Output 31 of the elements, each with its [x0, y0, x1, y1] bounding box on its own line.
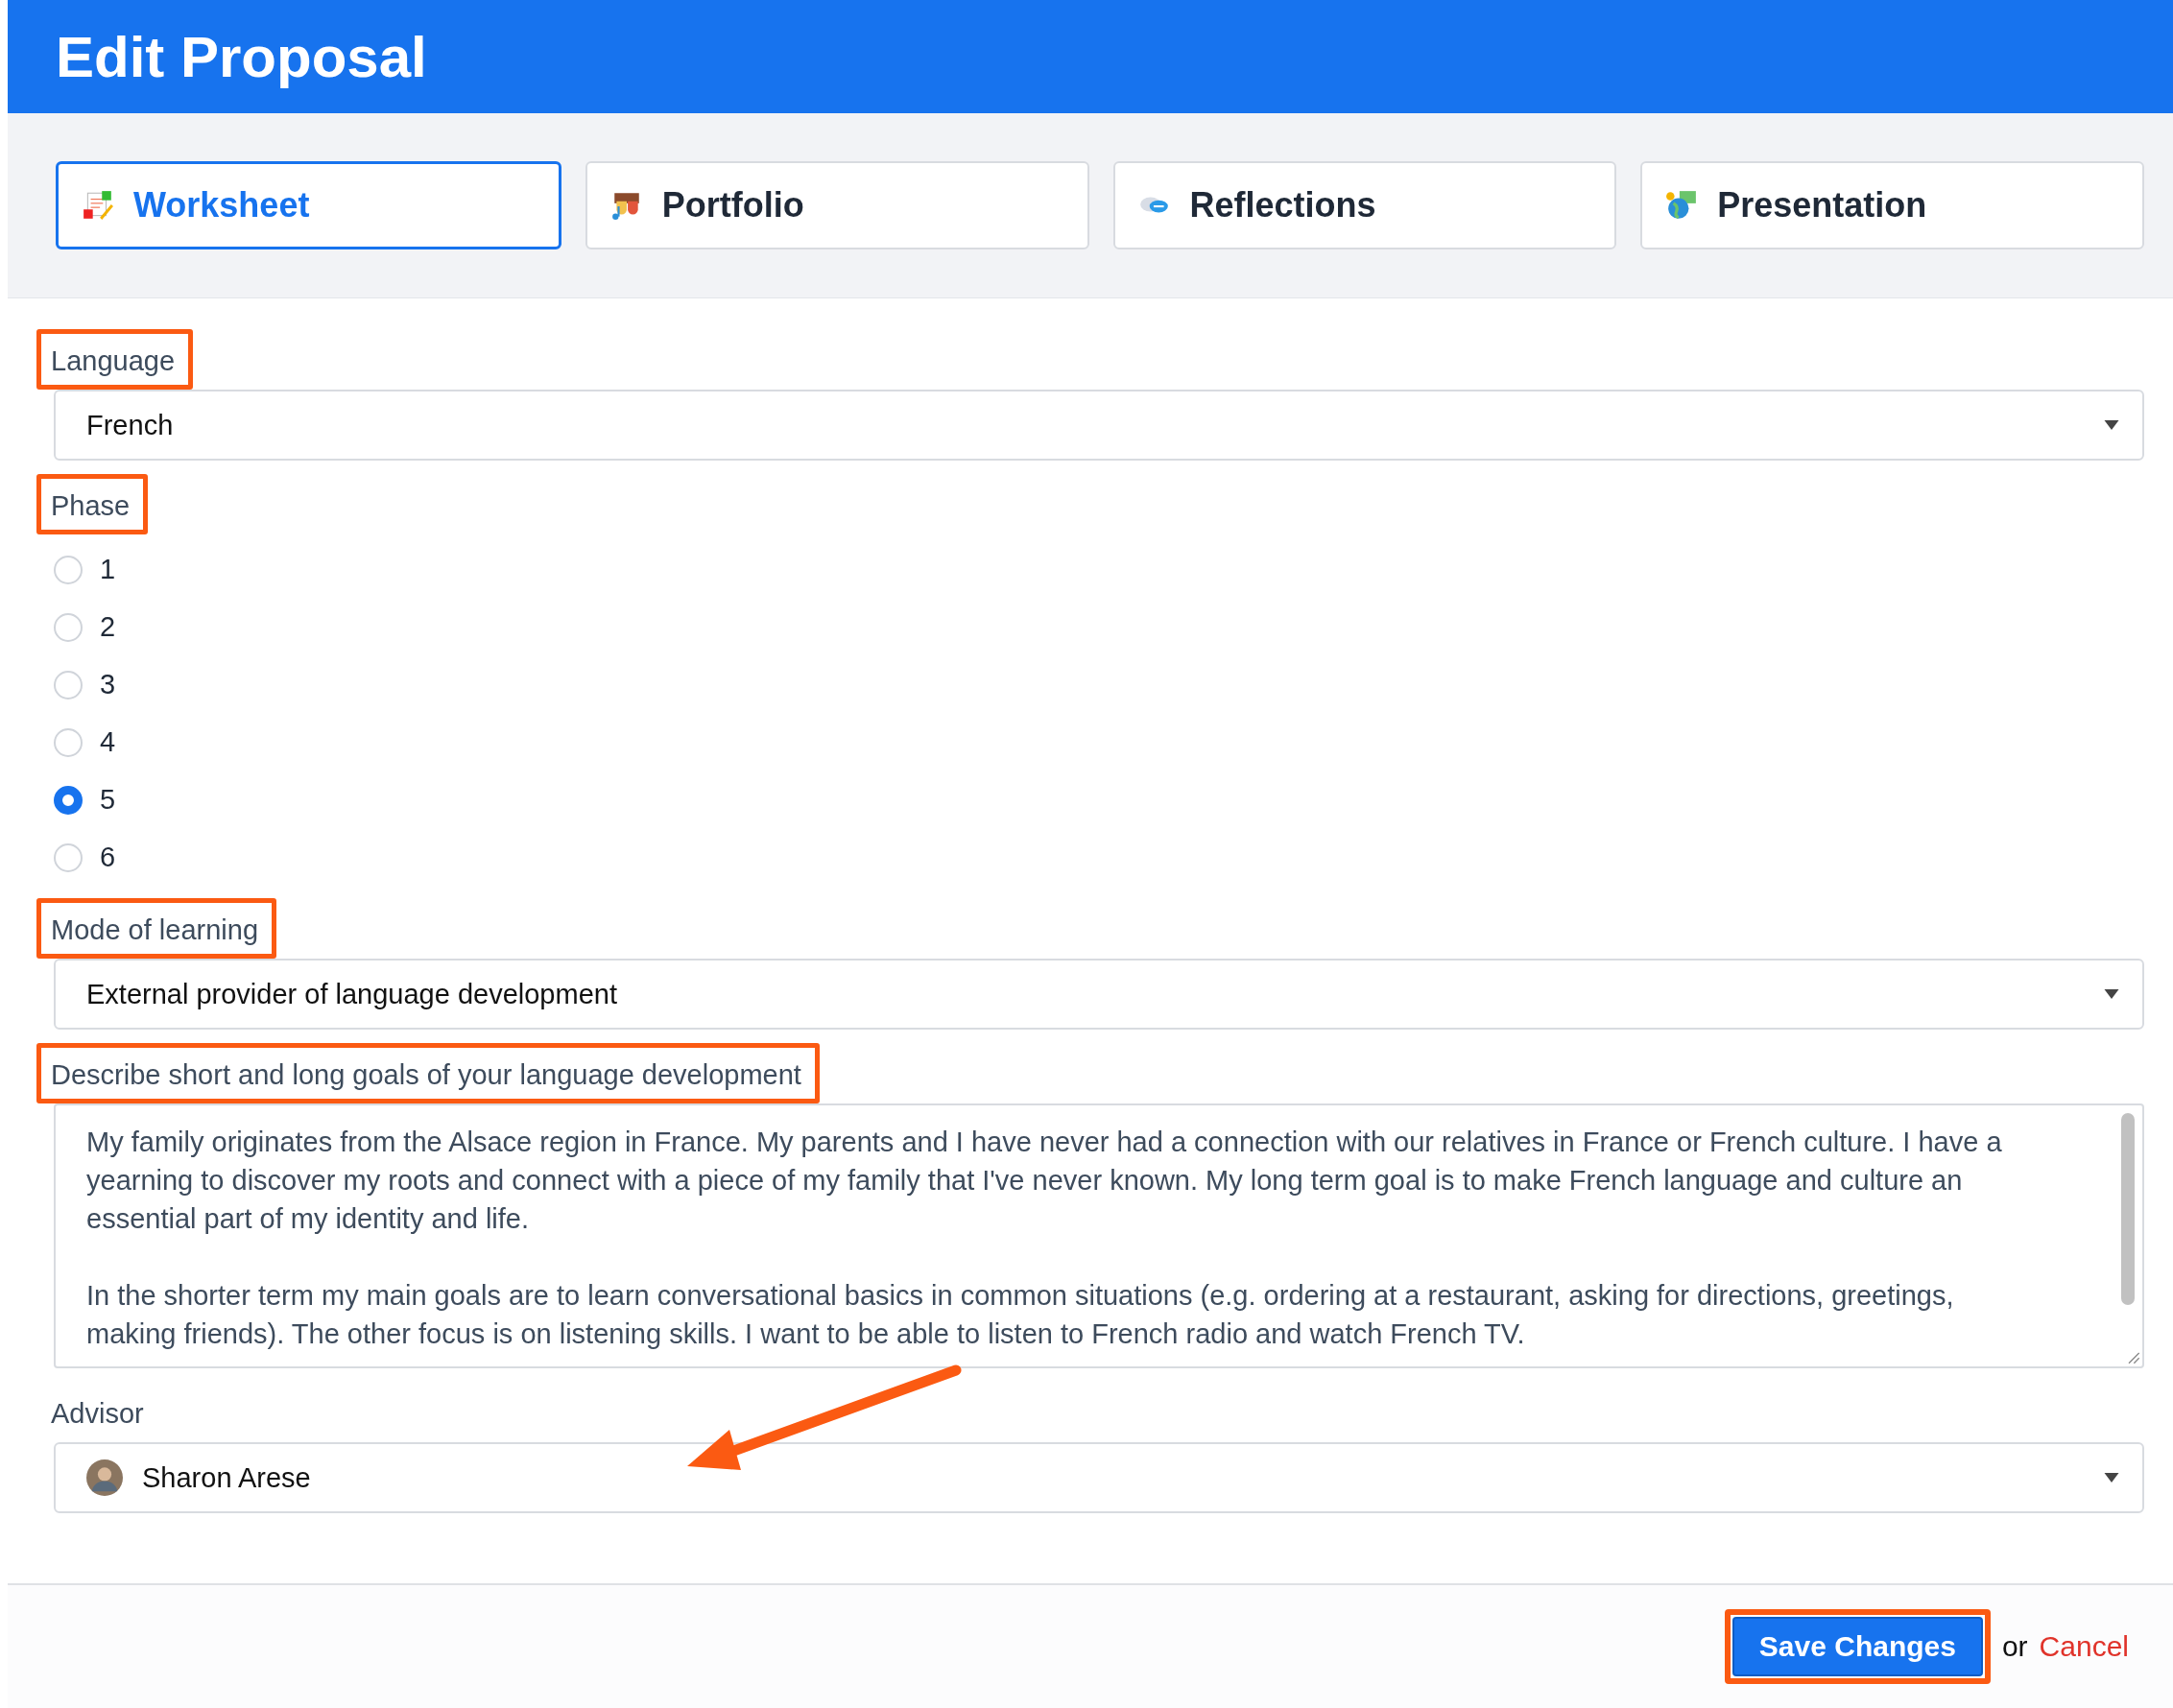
- radio-label: 3: [100, 669, 116, 700]
- field-label: Advisor: [51, 1398, 144, 1429]
- page-title: Edit Proposal: [56, 23, 427, 90]
- globe-chart-icon: [1665, 189, 1699, 222]
- cancel-link[interactable]: Cancel: [2039, 1630, 2129, 1663]
- caret-icon: [2104, 989, 2119, 999]
- scrollbar[interactable]: [2121, 1113, 2135, 1305]
- document-pencil-icon: [82, 189, 114, 222]
- caret-icon: [2104, 1473, 2119, 1483]
- tab[interactable]: Reflections: [1112, 161, 1617, 249]
- radio-button[interactable]: [54, 785, 83, 815]
- tab[interactable]: Portfolio: [585, 161, 1089, 249]
- field-label: Language: [51, 345, 176, 376]
- field-label: Mode of learning: [51, 914, 259, 945]
- or-text: or: [2001, 1630, 2028, 1663]
- field-label: Phase: [51, 490, 131, 521]
- field-label: Describe short and long goals of your language development: [51, 1059, 801, 1090]
- avatar-icon: [86, 1459, 123, 1496]
- radio-label: 1: [100, 554, 116, 585]
- radio-label: 6: [100, 842, 116, 873]
- radio-label: 2: [100, 611, 116, 643]
- select-field[interactable]: Sharon Arese: [54, 1442, 2144, 1513]
- radio-label: 4: [100, 726, 116, 758]
- tab[interactable]: Worksheet: [56, 161, 561, 249]
- tab[interactable]: Presentation: [1640, 161, 2144, 249]
- radio-label: 5: [100, 784, 116, 816]
- text-area[interactable]: My family originates from the Alsace region in France. My parents and I have never had a connection with our relatives in France or French culture. I have a yearning to discover my roots and connect with a piece of my family that I've never known. My long term goal is to make French language and culture an essential part of my identity and life. In the shorter term my main goals are to learn conversational basics in common situations (e.g. ordering at a restaurant, asking for directions, greetings, making friends). The other focus is on listening skills. I want to be able to listen to French radio and watch French TV.: [54, 1103, 2144, 1368]
- save-button[interactable]: Save Changes: [1731, 1617, 1983, 1676]
- caret-icon: [2104, 420, 2119, 430]
- select-field[interactable]: French: [54, 390, 2144, 461]
- select-field[interactable]: External provider of language development: [54, 959, 2144, 1030]
